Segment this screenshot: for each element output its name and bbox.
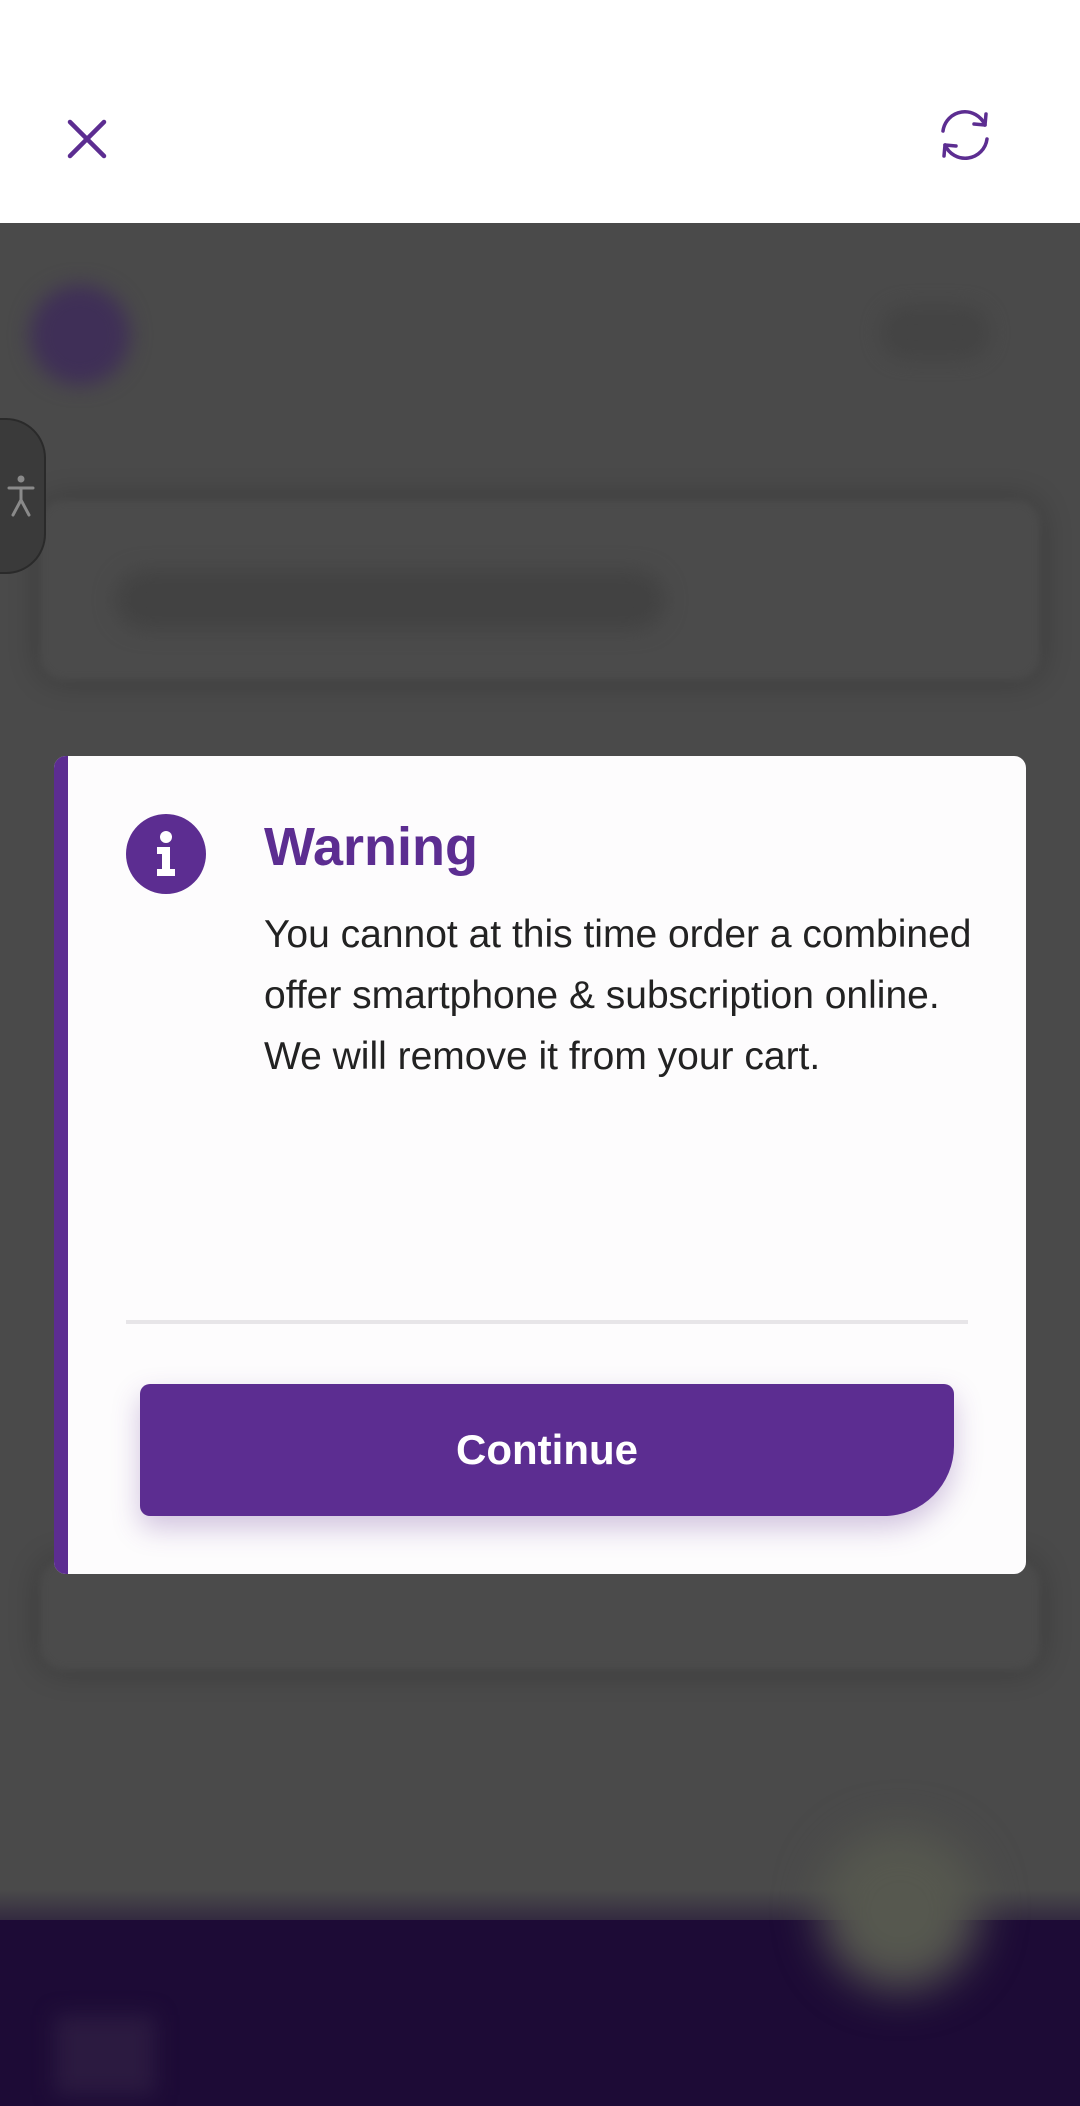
info-icon bbox=[126, 814, 206, 894]
dialog-title: Warning bbox=[264, 817, 478, 877]
background-cart bbox=[880, 305, 990, 360]
background-logo bbox=[30, 285, 130, 385]
background-card bbox=[40, 1560, 1040, 1670]
dialog-accent-bar bbox=[54, 756, 68, 1574]
background-search-field bbox=[115, 570, 665, 630]
app-screen: Warning You cannot at this time order a … bbox=[0, 0, 1080, 2106]
accessibility-person-icon bbox=[7, 475, 35, 517]
background-footer-icon bbox=[55, 2015, 155, 2095]
close-icon bbox=[67, 119, 107, 159]
background-floating-button bbox=[820, 1830, 980, 1990]
refresh-icon bbox=[941, 110, 989, 160]
dialog-message: You cannot at this time order a combined… bbox=[264, 913, 972, 1078]
dialog-divider bbox=[126, 1320, 968, 1324]
close-button[interactable] bbox=[54, 106, 120, 172]
warning-dialog: Warning You cannot at this time order a … bbox=[54, 756, 1026, 1574]
info-glyph bbox=[157, 831, 175, 876]
accessibility-tab[interactable] bbox=[0, 418, 46, 574]
continue-button[interactable]: Continue bbox=[140, 1384, 954, 1516]
browser-toolbar bbox=[0, 0, 1080, 223]
refresh-button[interactable] bbox=[930, 100, 1000, 170]
